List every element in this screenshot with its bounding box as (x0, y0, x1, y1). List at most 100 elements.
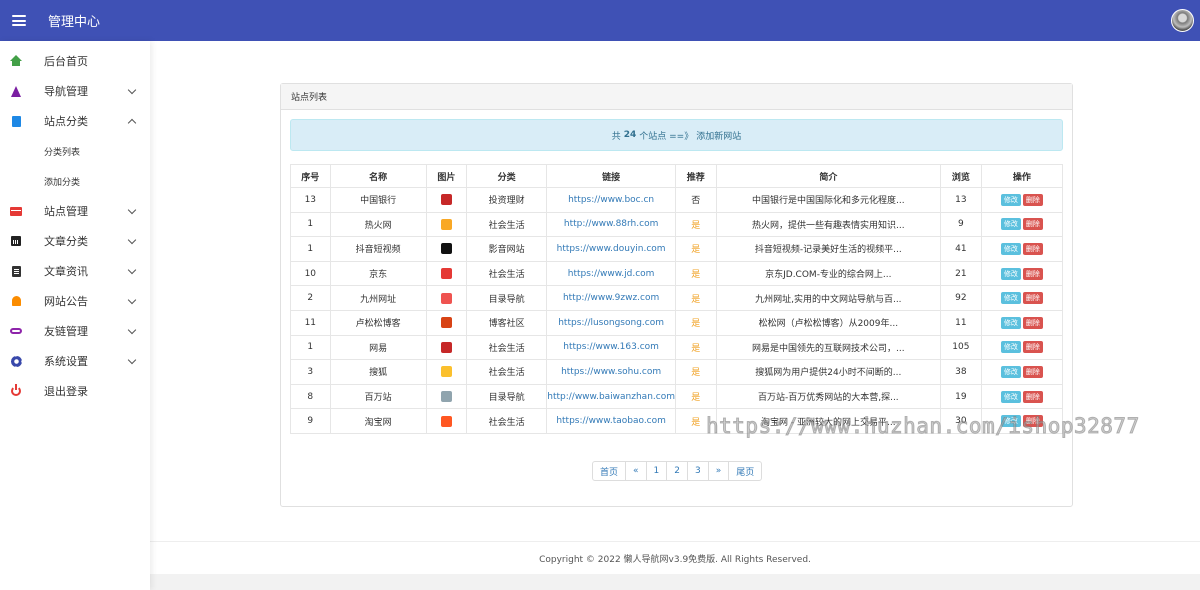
seq-cell: 8 (290, 383, 331, 410)
page-link[interactable]: » (707, 462, 729, 480)
site-count-bar: 共 24 个站点 ==》 添加新网站 (290, 119, 1063, 151)
page-link[interactable]: 首页 (593, 462, 625, 480)
category-cell: 社会生活 (466, 334, 548, 361)
actions-cell: 修改 删除 (980, 285, 1064, 311)
chart-icon (10, 235, 22, 247)
sidebar-item-site-category[interactable]: 站点分类 (0, 106, 150, 136)
edit-button[interactable]: 修改 (1000, 242, 1021, 255)
delete-button[interactable]: 删除 (1022, 365, 1043, 378)
sidebar-subitem-add-category[interactable]: 添加分类 (0, 166, 150, 196)
sidebar-item-home[interactable]: 后台首页 (0, 46, 150, 76)
url-link[interactable]: https://www.boc.cn (546, 187, 676, 213)
sidebar-item-settings[interactable]: 系统设置 (0, 346, 150, 376)
delete-button[interactable]: 删除 (1022, 390, 1043, 403)
sidebar-item-articles[interactable]: 文章资讯 (0, 256, 150, 286)
sidebar-subitem-category-list[interactable]: 分类列表 (0, 136, 150, 166)
chevron-up-icon (127, 118, 137, 128)
edit-button[interactable]: 修改 (1000, 390, 1021, 403)
category-cell: 社会生活 (466, 408, 548, 434)
column-header: 名称 (329, 164, 427, 188)
edit-button[interactable]: 修改 (1000, 415, 1021, 428)
intro-cell: 抖音短视频-记录美好生活的视频平... (715, 236, 942, 262)
logo-cell (425, 260, 468, 287)
site-logo-icon (440, 218, 452, 230)
page-link[interactable]: 3 (687, 462, 708, 480)
url-link[interactable]: http://www.9zwz.com (546, 285, 676, 311)
url-link[interactable]: http://www.baiwanzhan.com (546, 383, 676, 410)
logo-cell (425, 309, 468, 336)
edit-button[interactable]: 修改 (1000, 292, 1021, 305)
sidebar-item-site-manage[interactable]: 站点管理 (0, 196, 150, 226)
name-cell: 网易 (329, 334, 427, 361)
url-link[interactable]: https://www.163.com (546, 334, 676, 361)
url-link[interactable]: https://www.douyin.com (546, 236, 676, 262)
url-link[interactable]: http://www.88rh.com (546, 211, 676, 238)
seq-cell: 9 (290, 408, 331, 434)
delete-button[interactable]: 删除 (1022, 341, 1043, 354)
delete-button[interactable]: 删除 (1022, 316, 1043, 329)
column-header: 图片 (425, 164, 468, 188)
chevron-down-icon (127, 325, 137, 335)
navigation-icon (10, 85, 22, 97)
intro-cell: 网易是中国领先的互联网技术公司，... (715, 334, 942, 361)
seq-cell: 1 (290, 334, 331, 361)
app-title: 管理中心 (48, 15, 101, 30)
url-link[interactable]: https://www.taobao.com (546, 408, 676, 434)
sidebar-item-links[interactable]: 友链管理 (0, 316, 150, 346)
delete-button[interactable]: 删除 (1022, 242, 1043, 255)
edit-button[interactable]: 修改 (1000, 218, 1021, 231)
name-cell: 抖音短视频 (329, 236, 427, 262)
gear-icon (10, 355, 22, 367)
page-link[interactable]: « (625, 462, 646, 480)
delete-button[interactable]: 删除 (1022, 193, 1043, 206)
logo-cell (425, 383, 468, 410)
views-cell: 11 (940, 309, 982, 336)
seq-cell: 11 (290, 309, 331, 336)
category-cell: 目录导航 (466, 285, 548, 311)
edit-button[interactable]: 修改 (1000, 365, 1021, 378)
delete-button[interactable]: 删除 (1022, 218, 1043, 231)
recommend-cell: 是 (674, 383, 717, 410)
chevron-down-icon (127, 295, 137, 305)
sidebar-item-logout[interactable]: 退出登录 (0, 376, 150, 406)
edit-button[interactable]: 修改 (1000, 193, 1021, 206)
edit-button[interactable]: 修改 (1000, 341, 1021, 354)
sidebar-item-nav-manage[interactable]: 导航管理 (0, 76, 150, 106)
actions-cell: 修改 删除 (980, 408, 1064, 434)
page-link[interactable]: 尾页 (728, 462, 761, 480)
url-link[interactable]: https://www.jd.com (546, 260, 676, 287)
seq-cell: 1 (290, 236, 331, 262)
intro-cell: 松松网（卢松松博客）从2009年... (715, 309, 942, 336)
seq-cell: 2 (290, 285, 331, 311)
delete-button[interactable]: 删除 (1022, 267, 1043, 280)
edit-button[interactable]: 修改 (1000, 316, 1021, 329)
logo-cell (425, 359, 468, 385)
name-cell: 卢松松博客 (329, 309, 427, 336)
delete-button[interactable]: 删除 (1022, 415, 1043, 428)
recommend-cell: 是 (674, 359, 717, 385)
sidebar-item-article-category[interactable]: 文章分类 (0, 226, 150, 256)
actions-cell: 修改 删除 (980, 211, 1064, 238)
logo-cell (425, 236, 468, 262)
panel-title: 站点列表 (281, 84, 1072, 110)
avatar[interactable] (1171, 9, 1194, 32)
intro-cell: 百万站-百万优秀网站的大本营,探... (715, 383, 942, 410)
column-header: 简介 (715, 164, 942, 188)
page-link[interactable]: 2 (666, 462, 687, 480)
sidebar-item-notice[interactable]: 网站公告 (0, 286, 150, 316)
site-list-panel: 站点列表 共 24 个站点 ==》 添加新网站 序号 名称 图片 分类 链接 推荐 简介 浏览… (280, 83, 1073, 507)
page-link[interactable]: 1 (645, 462, 667, 480)
url-link[interactable]: https://lusongsong.com (546, 309, 676, 336)
category-cell: 博客社区 (466, 309, 548, 336)
table-row: 1 网易 社会生活 https://www.163.com 是网易是中国领先的互联网技术… (290, 334, 1064, 361)
category-cell: 影音网站 (466, 236, 548, 262)
menu-icon[interactable] (12, 15, 26, 26)
name-cell: 中国银行 (329, 187, 427, 213)
recommend-cell: 是 (674, 334, 717, 361)
edit-button[interactable]: 修改 (1000, 267, 1021, 280)
add-site-link[interactable]: 添加新网站 (696, 129, 741, 142)
delete-button[interactable]: 删除 (1022, 292, 1043, 305)
url-link[interactable]: https://www.sohu.com (546, 359, 676, 385)
views-cell: 13 (940, 187, 982, 213)
top-bar: 管理中心 (0, 0, 1200, 41)
